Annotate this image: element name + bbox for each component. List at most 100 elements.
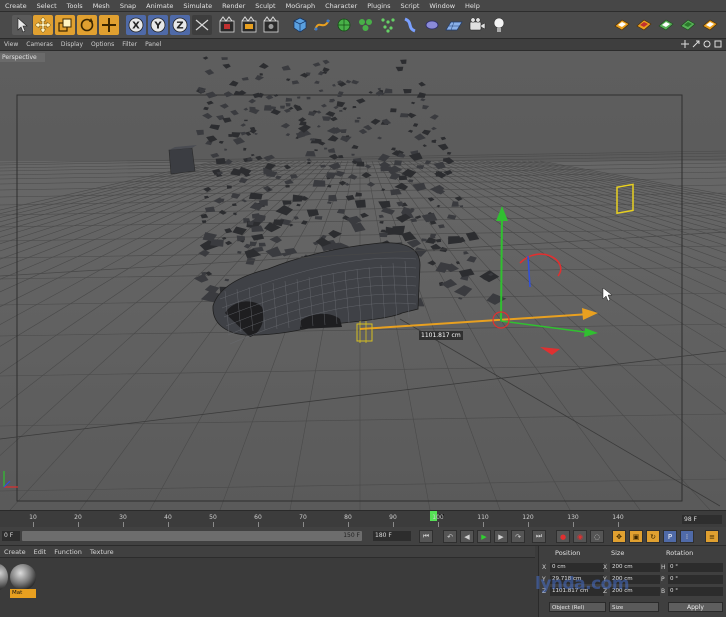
menu-render[interactable]: Render bbox=[217, 0, 250, 12]
menu-script[interactable]: Script bbox=[396, 0, 425, 12]
z-axis-icon[interactable]: Z bbox=[170, 15, 190, 35]
timeline-menu-icon[interactable]: ≡ bbox=[705, 530, 719, 543]
layout-preset-icon[interactable] bbox=[612, 15, 632, 35]
current-frame-field[interactable]: 98 F bbox=[682, 515, 722, 524]
move-icon[interactable] bbox=[33, 15, 53, 35]
menu-simulate[interactable]: Simulate bbox=[178, 0, 217, 12]
debris-fragment bbox=[351, 153, 355, 156]
material-menu-function[interactable]: Function bbox=[50, 548, 86, 556]
add-icon[interactable] bbox=[99, 15, 119, 35]
viewport-menu-view[interactable]: View bbox=[0, 39, 22, 51]
debris-fragment bbox=[352, 106, 357, 109]
next-frame-button[interactable]: ▶ bbox=[494, 530, 508, 543]
layout-animate-icon[interactable] bbox=[634, 15, 654, 35]
go-to-end-button[interactable]: ⏭ bbox=[532, 530, 546, 543]
menu-create[interactable]: Create bbox=[0, 0, 32, 12]
orbit-icon[interactable] bbox=[703, 40, 711, 48]
menu-tools[interactable]: Tools bbox=[62, 0, 88, 12]
light-icon[interactable] bbox=[489, 15, 509, 35]
start-frame-field[interactable]: 0 F bbox=[2, 531, 20, 541]
material-preview-partial[interactable] bbox=[0, 564, 8, 590]
viewport-menu-filter[interactable]: Filter bbox=[118, 39, 141, 51]
camera-label[interactable]: Perspective bbox=[0, 53, 45, 62]
y-axis-icon[interactable]: Y bbox=[148, 15, 168, 35]
menu-animate[interactable]: Animate bbox=[141, 0, 178, 12]
perspective-viewport[interactable]: Perspective 1101.817 cm bbox=[0, 51, 726, 510]
timeline-ruler[interactable]: 98 98 F 10 20 30 40 50 60 70 80 90 100 110 120 130 14… bbox=[0, 510, 726, 527]
size-field[interactable]: 200 cm bbox=[610, 563, 660, 572]
rotation-field[interactable]: 0 ° bbox=[668, 563, 723, 572]
floor-icon[interactable] bbox=[443, 15, 465, 35]
particle-icon[interactable] bbox=[378, 15, 398, 35]
cube-icon[interactable] bbox=[290, 15, 310, 35]
position-field[interactable]: 29.718 cm bbox=[550, 575, 604, 584]
menu-snap[interactable]: Snap bbox=[115, 0, 141, 12]
record-active-button[interactable]: ● bbox=[556, 530, 570, 543]
deformer-icon[interactable] bbox=[400, 15, 420, 35]
record-parameter-icon[interactable]: P bbox=[663, 530, 677, 543]
size-mode-dropdown[interactable]: Size bbox=[609, 602, 659, 612]
menu-help[interactable]: Help bbox=[460, 0, 485, 12]
coordinate-mode-dropdown[interactable]: Object (Rel) bbox=[549, 602, 606, 612]
material-menu-create[interactable]: Create bbox=[0, 548, 30, 556]
spline-icon[interactable] bbox=[312, 15, 332, 35]
svg-text:Z: Z bbox=[176, 21, 183, 32]
previous-frame-button[interactable]: ◀ bbox=[460, 530, 474, 543]
maximize-icon[interactable] bbox=[714, 40, 722, 48]
range-slider[interactable]: 150 F bbox=[22, 531, 362, 541]
camera-icon[interactable] bbox=[467, 15, 487, 35]
material-menu-edit[interactable]: Edit bbox=[30, 548, 51, 556]
layout-sculpt-icon[interactable] bbox=[678, 15, 698, 35]
menu-plugins[interactable]: Plugins bbox=[362, 0, 395, 12]
position-field[interactable]: 1101.817 cm bbox=[550, 587, 604, 596]
next-key-button[interactable]: ↷ bbox=[511, 530, 525, 543]
rotation-field[interactable]: 0 ° bbox=[668, 575, 723, 584]
environment-icon[interactable] bbox=[422, 15, 442, 35]
viewport-menu-cameras[interactable]: Cameras bbox=[22, 39, 57, 51]
viewport-menu-panel[interactable]: Panel bbox=[141, 39, 165, 51]
render-view-icon[interactable] bbox=[217, 15, 237, 35]
end-frame-field[interactable]: 180 F bbox=[373, 531, 411, 541]
record-rotation-icon[interactable]: ↻ bbox=[646, 530, 660, 543]
scale-icon[interactable] bbox=[55, 15, 75, 35]
autokey-button[interactable]: ◉ bbox=[573, 530, 587, 543]
menu-mograph[interactable]: MoGraph bbox=[281, 0, 321, 12]
keyframe-selection-button[interactable]: ◌ bbox=[590, 530, 604, 543]
world-coordinates-icon[interactable] bbox=[192, 15, 212, 35]
position-field[interactable]: 0 cm bbox=[550, 563, 604, 572]
render-picture-viewer-icon[interactable] bbox=[239, 15, 259, 35]
svg-text:X: X bbox=[132, 21, 140, 32]
material-preview[interactable] bbox=[10, 564, 36, 590]
rotate-icon[interactable] bbox=[77, 15, 97, 35]
record-point-icon[interactable]: ⁞ bbox=[680, 530, 694, 543]
menu-character[interactable]: Character bbox=[320, 0, 362, 12]
size-field[interactable]: 200 cm bbox=[610, 575, 660, 584]
nurbs-icon[interactable] bbox=[334, 15, 354, 35]
material-menu-texture[interactable]: Texture bbox=[86, 548, 118, 556]
layout-model-icon[interactable] bbox=[656, 15, 676, 35]
array-icon[interactable] bbox=[356, 15, 376, 35]
menu-sculpt[interactable]: Sculpt bbox=[250, 0, 280, 12]
play-button[interactable]: ▶ bbox=[477, 530, 491, 543]
debris-fragment bbox=[244, 119, 248, 122]
viewport-menu-options[interactable]: Options bbox=[87, 39, 118, 51]
viewport-menu-display[interactable]: Display bbox=[57, 39, 87, 51]
live-selection-icon[interactable] bbox=[12, 15, 32, 35]
zoom-icon[interactable] bbox=[692, 40, 700, 48]
apply-button[interactable]: Apply bbox=[668, 602, 723, 612]
menu-mesh[interactable]: Mesh bbox=[88, 0, 115, 12]
size-field[interactable]: 200 cm bbox=[610, 587, 660, 596]
material-name[interactable]: Mat bbox=[10, 589, 36, 598]
go-to-start-button[interactable]: ⏮ bbox=[419, 530, 433, 543]
debris-fragment bbox=[285, 103, 291, 107]
record-scale-icon[interactable]: ▣ bbox=[629, 530, 643, 543]
rotation-field[interactable]: 0 ° bbox=[668, 587, 723, 596]
x-axis-icon[interactable]: X bbox=[126, 15, 146, 35]
layout-bp-icon[interactable] bbox=[700, 15, 720, 35]
pan-icon[interactable] bbox=[681, 40, 689, 48]
edit-render-settings-icon[interactable] bbox=[261, 15, 281, 35]
menu-select[interactable]: Select bbox=[32, 0, 62, 12]
previous-key-button[interactable]: ↶ bbox=[443, 530, 457, 543]
menu-window[interactable]: Window bbox=[424, 0, 460, 12]
record-position-icon[interactable]: ✥ bbox=[612, 530, 626, 543]
